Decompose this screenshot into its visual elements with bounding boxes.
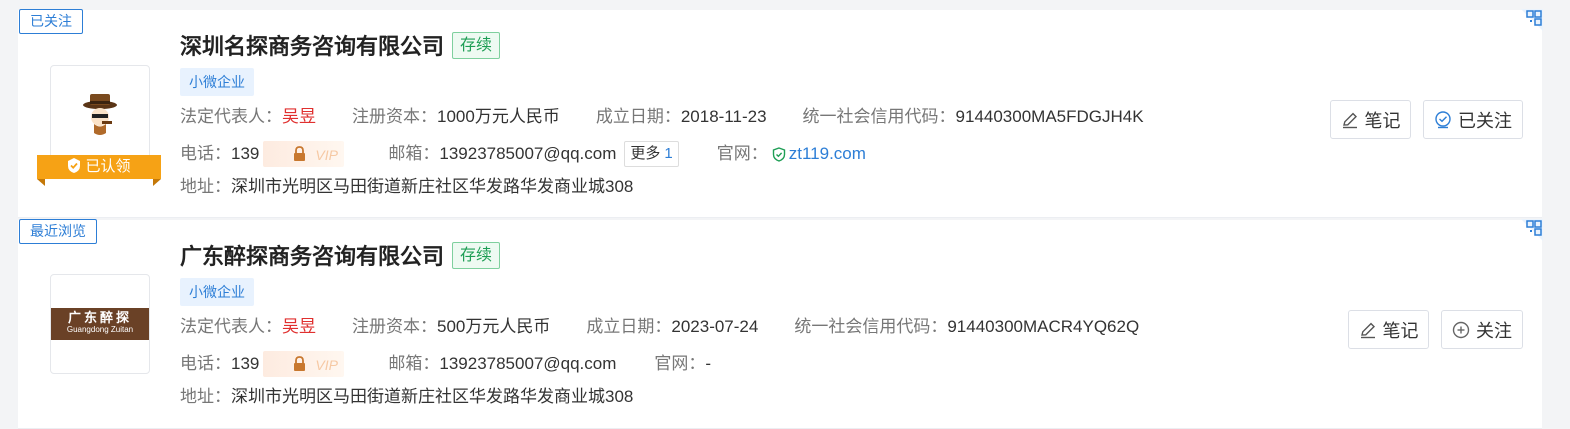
credit-code-label: 统一社会信用代码： [802,107,956,126]
note-button[interactable]: 笔记 [1348,310,1429,349]
logo-text: 广东醉探 [67,310,132,325]
company-card[interactable]: 最近浏览 广东醉探 Guangdong Zuitan 广东醉探商务咨询有限公司 … [18,219,1543,429]
followed-label: 已关注 [1458,110,1512,131]
qrcode-icon[interactable] [1521,219,1543,241]
add-circle-icon [1452,321,1470,338]
lock-icon [294,356,306,371]
detective-logo-icon [83,94,117,135]
legal-rep-label: 法定代表人： [180,317,282,336]
phone-value: 139 [231,354,260,373]
pencil-icon [1360,322,1375,338]
website-link[interactable]: zt119.com [789,143,866,165]
recent-view-tag: 最近浏览 [19,219,97,244]
email-value[interactable]: 13923785007@qq.com [439,143,616,165]
website-label: 官网： [716,144,768,163]
company-name[interactable]: 深圳名探商务咨询有限公司 [180,29,444,61]
company-type-badge: 小微企业 [180,278,254,306]
capital-value: 500万元人民币 [437,317,551,336]
followed-check-icon [1435,110,1451,128]
status-badge: 存续 [452,241,501,269]
legal-rep-label: 法定代表人： [180,107,282,126]
capital-label: 注册资本： [352,317,437,336]
qrcode-icon[interactable] [1521,9,1543,31]
vip-mark: VIP [315,147,338,163]
claimed-label: 已认领 [85,158,131,175]
company-name[interactable]: 广东醉探商务咨询有限公司 [180,239,444,271]
note-button[interactable]: 笔记 [1330,100,1411,139]
website-label: 官网： [654,354,706,373]
status-badge: 存续 [452,31,501,59]
legal-rep-link[interactable]: 吴昱 [282,316,316,338]
founded-value: 2023-07-24 [671,317,759,336]
credit-code-value: 91440300MA5FDGJH4K [955,107,1144,126]
founded-label: 成立日期： [595,107,681,126]
legal-rep-link[interactable]: 吴昱 [282,106,316,128]
followed-button[interactable]: 已关注 [1423,100,1523,139]
claimed-ribbon: 已认领 [37,155,161,186]
pencil-icon [1342,112,1357,128]
note-label: 笔记 [1364,110,1401,131]
vip-unlock[interactable]: VIP [263,351,345,377]
email-label: 邮箱： [388,354,440,373]
address-label: 地址： [180,387,231,406]
verified-check-icon [68,158,81,173]
website-value: - [705,354,712,373]
more-count: 1 [664,145,673,162]
company-card[interactable]: 已关注 已认领 深圳名探商务咨询有限公司 存续 小微企业 法定代表人： 吴昱 注… [18,9,1543,218]
credit-code-value: 91440300MACR4YQ62Q [947,317,1140,336]
company-type-badge: 小微企业 [180,68,254,96]
follow-button[interactable]: 关注 [1441,310,1523,349]
capital-label: 注册资本： [352,107,437,126]
address-value[interactable]: 深圳市光明区马田街道新庄社区华发路华发商业城308 [231,176,633,198]
vip-mark: VIP [315,357,338,373]
company-logo[interactable] [50,65,150,165]
credit-code-label: 统一社会信用代码： [794,317,948,336]
company-logo[interactable]: 广东醉探 Guangdong Zuitan [50,274,150,374]
email-value[interactable]: 13923785007@qq.com [439,353,616,375]
address-label: 地址： [180,177,231,196]
capital-value: 1000万元人民币 [437,107,560,126]
lock-icon [294,146,306,161]
address-value[interactable]: 深圳市光明区马田街道新庄社区华发路华发商业城308 [231,386,633,408]
phone-label: 电话： [180,354,231,373]
founded-value: 2018-11-23 [680,107,767,126]
founded-label: 成立日期： [586,317,672,336]
followed-tag: 已关注 [19,9,83,34]
phone-label: 电话： [180,144,231,163]
safe-shield-icon [772,146,785,162]
more-label: 更多 [630,145,661,162]
logo-subtext: Guangdong Zuitan [66,325,134,334]
follow-label: 关注 [1476,320,1512,341]
more-emails-button[interactable]: 更多 1 [624,141,679,167]
note-label: 笔记 [1382,320,1419,341]
vip-unlock[interactable]: VIP [263,141,345,167]
email-label: 邮箱： [388,144,440,163]
phone-value: 139 [231,144,260,163]
